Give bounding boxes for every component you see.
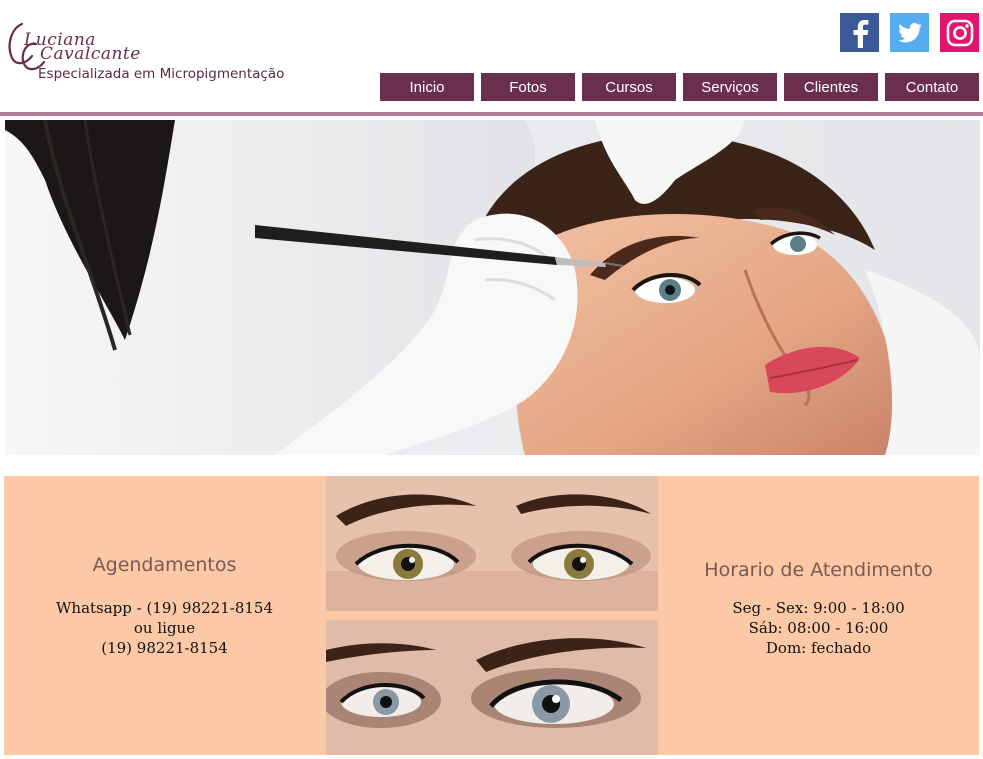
instagram-link[interactable] [940, 13, 979, 52]
whatsapp-text[interactable]: Whatsapp - (19) 98221-8154 [4, 598, 325, 618]
call-text: ou ligue [133, 619, 196, 637]
social-links [840, 13, 979, 52]
facebook-icon [853, 19, 868, 48]
green-eyes-illustration [326, 476, 658, 611]
logo-name-last: Cavalcante [40, 44, 141, 64]
instagram-icon [946, 19, 973, 46]
logo-tagline: Especializada em Micropigmentação [38, 66, 285, 82]
nav-item-cursos[interactable]: Cursos [582, 73, 676, 101]
logo[interactable]: Luciana Cavalcante Especializada em Micr… [4, 14, 304, 86]
twitter-icon [897, 22, 922, 42]
header-divider [0, 112, 983, 116]
scheduling-title: Agendamentos [92, 554, 237, 576]
nav-item-contato[interactable]: Contato [885, 73, 979, 101]
nav-item-servicos[interactable]: Serviços [683, 73, 777, 101]
phone-text[interactable]: (19) 98221-8154 [4, 638, 325, 658]
blue-eye-illustration [326, 620, 658, 755]
nav-item-fotos[interactable]: Fotos [481, 73, 575, 101]
microblading-procedure-illustration [5, 120, 980, 455]
page: Luciana Cavalcante Especializada em Micr… [0, 0, 983, 759]
scheduling-panel: Agendamentos Whatsapp - (19) 98221-8154 … [4, 476, 325, 755]
saturday-hours: Sáb: 08:00 - 16:00 [748, 619, 889, 637]
gallery-image-top [326, 476, 658, 611]
hero-image [5, 120, 980, 455]
gallery-image-bottom [326, 620, 658, 755]
info-section: Agendamentos Whatsapp - (19) 98221-8154 … [4, 476, 979, 755]
facebook-link[interactable] [840, 13, 879, 52]
nav-item-inicio[interactable]: Inicio [380, 73, 474, 101]
hours-details: Seg - Sex: 9:00 - 18:00 Sáb: 08:00 - 16:… [658, 598, 979, 658]
hours-title: Horario de Atendimento [704, 559, 933, 581]
hours-panel: Horario de Atendimento Seg - Sex: 9:00 -… [658, 476, 979, 755]
twitter-link[interactable] [890, 13, 929, 52]
scheduling-details: Whatsapp - (19) 98221-8154 ou ligue (19)… [4, 598, 325, 658]
nav-item-clientes[interactable]: Clientes [784, 73, 878, 101]
main-nav: Inicio Fotos Cursos Serviços Clientes Co… [380, 73, 979, 101]
sunday-hours: Dom: fechado [765, 639, 872, 657]
weekday-hours: Seg - Sex: 9:00 - 18:00 [732, 599, 905, 617]
